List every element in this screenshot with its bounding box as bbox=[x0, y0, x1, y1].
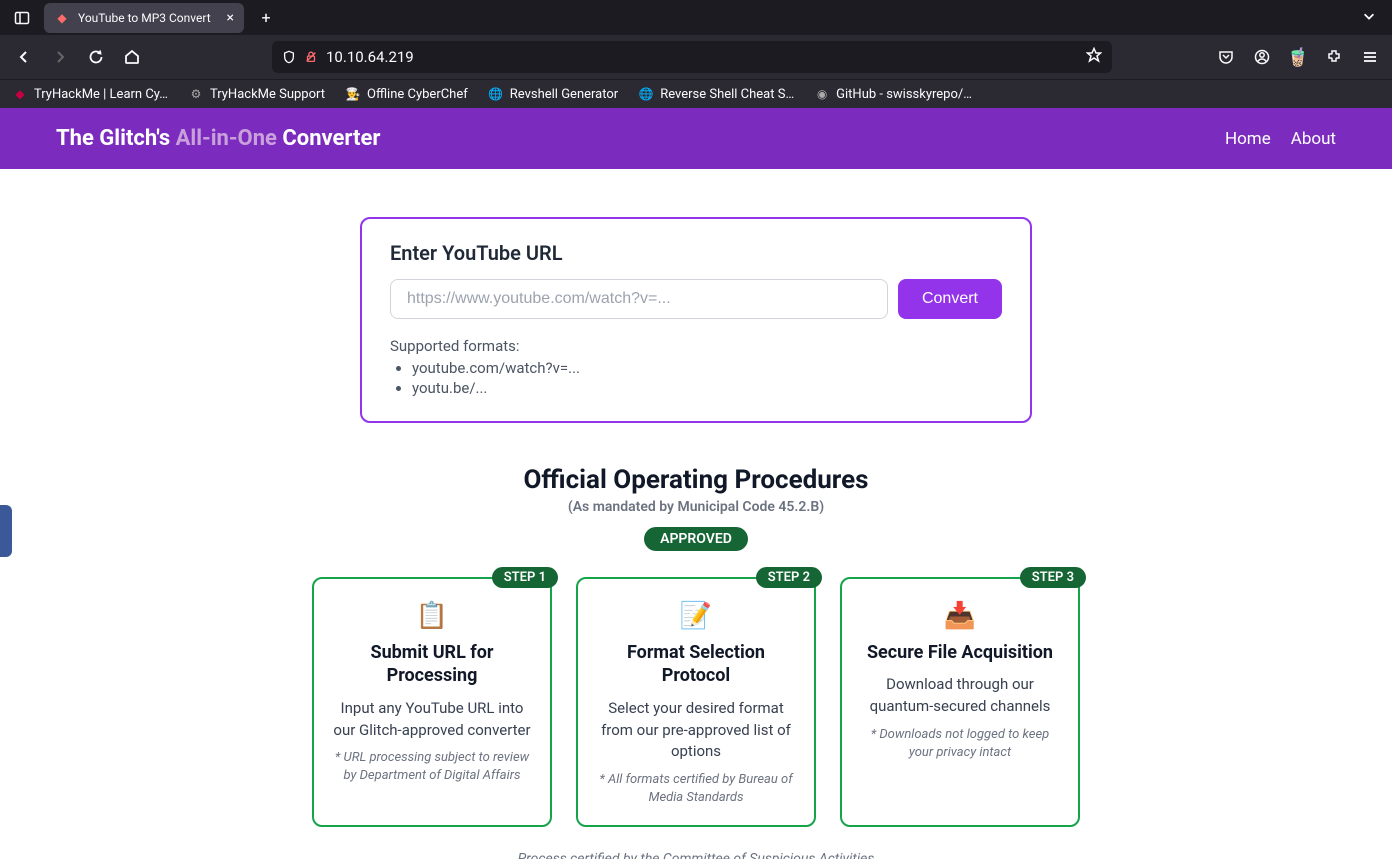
browser-titlebar: ◆ YouTube to MP3 Convert × + bbox=[0, 0, 1392, 35]
procedures-subtitle: (As mandated by Municipal Code 45.2.B) bbox=[0, 499, 1392, 515]
nav-about[interactable]: About bbox=[1291, 129, 1336, 149]
clipboard-icon: 📋 bbox=[330, 601, 534, 631]
extensions-icon[interactable] bbox=[1320, 43, 1348, 71]
site-navbar: The Glitch's All-in-One Converter Home A… bbox=[0, 108, 1392, 169]
site-brand[interactable]: The Glitch's All-in-One Converter bbox=[56, 126, 380, 151]
step-card-3: STEP 3 📥 Secure File Acquisition Downloa… bbox=[840, 577, 1080, 827]
card-title: Enter YouTube URL bbox=[390, 241, 1002, 265]
sidebar-toggle-button[interactable] bbox=[8, 4, 36, 32]
step-desc: Download through our quantum-secured cha… bbox=[858, 674, 1062, 718]
supported-item: youtu.be/... bbox=[412, 379, 1002, 397]
step-note: * Downloads not logged to keep your priv… bbox=[858, 726, 1062, 762]
steps-row: STEP 1 📋 Submit URL for Processing Input… bbox=[312, 577, 1080, 827]
step-title: Format Selection Protocol bbox=[594, 641, 798, 688]
shield-icon bbox=[282, 50, 296, 64]
list-tabs-button[interactable] bbox=[1362, 8, 1376, 27]
tab-favicon-icon: ◆ bbox=[54, 10, 70, 26]
nav-home[interactable]: Home bbox=[1225, 129, 1271, 149]
extension-noscript-icon[interactable]: 🧋 bbox=[1284, 43, 1312, 71]
url-bar[interactable]: 10.10.64.219 bbox=[272, 41, 1112, 73]
step-card-2: STEP 2 📝 Format Selection Protocol Selec… bbox=[576, 577, 816, 827]
bookmarks-bar: ◆ TryHackMe | Learn Cy… ⚙ TryHackMe Supp… bbox=[0, 79, 1392, 108]
step-note: * URL processing subject to review by De… bbox=[330, 749, 534, 785]
step-badge: STEP 3 bbox=[1020, 567, 1086, 588]
bookmark-favicon-icon: ◉ bbox=[814, 86, 830, 102]
step-title: Secure File Acquisition bbox=[858, 641, 1062, 664]
step-desc: Input any YouTube URL into our Glitch-ap… bbox=[330, 698, 534, 742]
reload-button[interactable] bbox=[80, 41, 112, 73]
inbox-icon: 📥 bbox=[858, 601, 1062, 631]
bookmark-label: Reverse Shell Cheat S… bbox=[660, 87, 794, 102]
insecure-lock-icon bbox=[304, 50, 318, 64]
step-card-1: STEP 1 📋 Submit URL for Processing Input… bbox=[312, 577, 552, 827]
brand-text-suffix: Converter bbox=[277, 126, 380, 151]
supported-item: youtube.com/watch?v=... bbox=[412, 359, 1002, 377]
step-desc: Select your desired format from our pre-… bbox=[594, 698, 798, 763]
browser-tab[interactable]: ◆ YouTube to MP3 Convert × bbox=[44, 3, 244, 33]
bookmark-cyberchef[interactable]: 👨‍🍳 Offline CyberChef bbox=[341, 84, 472, 104]
edge-widget[interactable] bbox=[0, 505, 12, 557]
bookmark-favicon-icon: 👨‍🍳 bbox=[345, 86, 361, 102]
back-button[interactable] bbox=[8, 41, 40, 73]
converter-card: Enter YouTube URL Convert Supported form… bbox=[360, 217, 1032, 423]
tab-title: YouTube to MP3 Convert bbox=[78, 11, 219, 25]
bookmark-revshell[interactable]: 🌐 Revshell Generator bbox=[484, 84, 622, 104]
forward-button[interactable] bbox=[44, 41, 76, 73]
bookmark-favicon-icon: ◆ bbox=[12, 86, 28, 102]
bookmark-label: TryHackMe | Learn Cy… bbox=[34, 87, 168, 102]
approved-badge: APPROVED bbox=[644, 527, 748, 551]
youtube-url-input[interactable] bbox=[390, 279, 888, 319]
brand-text-prefix: The Glitch's bbox=[56, 126, 176, 151]
pocket-icon[interactable] bbox=[1212, 43, 1240, 71]
bookmark-label: GitHub - swisskyrepo/… bbox=[836, 87, 972, 102]
url-text: 10.10.64.219 bbox=[326, 48, 1078, 66]
bookmark-github[interactable]: ◉ GitHub - swisskyrepo/… bbox=[810, 84, 976, 104]
account-icon[interactable] bbox=[1248, 43, 1276, 71]
bookmark-label: TryHackMe Support bbox=[210, 87, 325, 102]
step-badge: STEP 1 bbox=[492, 567, 558, 588]
bookmark-label: Offline CyberChef bbox=[367, 87, 468, 102]
bookmark-revshell-cheat[interactable]: 🌐 Reverse Shell Cheat S… bbox=[634, 84, 798, 104]
bookmark-favicon-icon: ⚙ bbox=[188, 86, 204, 102]
convert-button[interactable]: Convert bbox=[898, 279, 1002, 319]
page-content: The Glitch's All-in-One Converter Home A… bbox=[0, 108, 1392, 859]
step-badge: STEP 2 bbox=[756, 567, 822, 588]
memo-icon: 📝 bbox=[594, 601, 798, 631]
bookmark-favicon-icon: 🌐 bbox=[638, 86, 654, 102]
close-tab-button[interactable]: × bbox=[227, 10, 234, 26]
bookmark-tryhackme-support[interactable]: ⚙ TryHackMe Support bbox=[184, 84, 329, 104]
new-tab-button[interactable]: + bbox=[252, 4, 280, 32]
bookmark-label: Revshell Generator bbox=[510, 87, 618, 102]
menu-icon[interactable] bbox=[1356, 43, 1384, 71]
bookmark-tryhackme[interactable]: ◆ TryHackMe | Learn Cy… bbox=[8, 84, 172, 104]
footer-note-1: Process certified by the Committee of Su… bbox=[0, 849, 1392, 859]
home-button[interactable] bbox=[116, 41, 148, 73]
procedures-title: Official Operating Procedures bbox=[0, 465, 1392, 495]
supported-formats: Supported formats: youtube.com/watch?v=.… bbox=[390, 337, 1002, 397]
browser-toolbar: 10.10.64.219 🧋 bbox=[0, 35, 1392, 79]
footer-notes: Process certified by the Committee of Su… bbox=[0, 849, 1392, 859]
step-title: Submit URL for Processing bbox=[330, 641, 534, 688]
supported-label: Supported formats: bbox=[390, 337, 1002, 355]
bookmark-star-icon[interactable] bbox=[1086, 47, 1102, 67]
bookmark-favicon-icon: 🌐 bbox=[488, 86, 504, 102]
step-note: * All formats certified by Bureau of Med… bbox=[594, 771, 798, 807]
brand-text-highlight: All-in-One bbox=[176, 126, 277, 151]
